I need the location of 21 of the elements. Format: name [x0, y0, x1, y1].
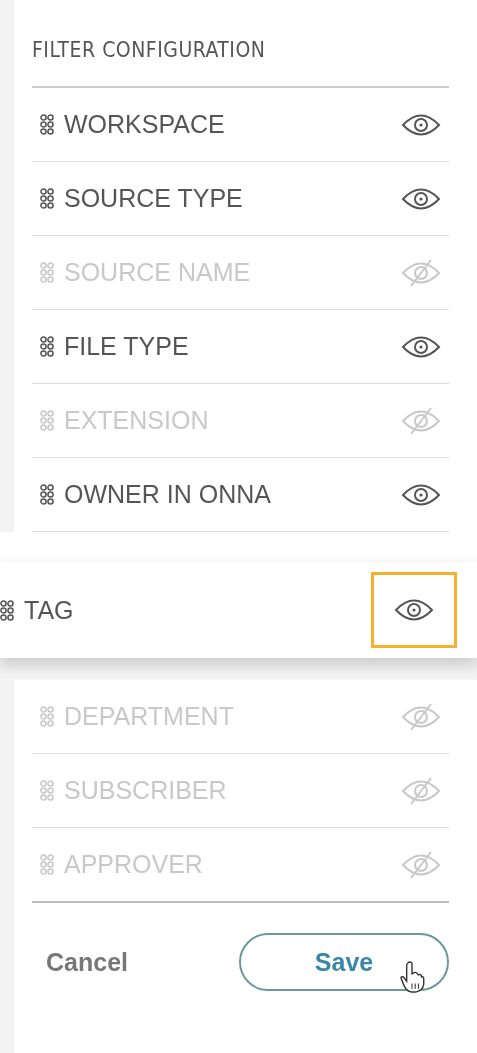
- drag-handle-icon[interactable]: [40, 336, 54, 357]
- drag-handle-icon[interactable]: [40, 706, 54, 727]
- drag-handle-icon[interactable]: [40, 484, 54, 505]
- drag-handle-icon[interactable]: [40, 188, 54, 209]
- field-label: SOURCE TYPE: [64, 184, 244, 213]
- field-label: TAG: [24, 595, 75, 625]
- eye-icon[interactable]: [394, 597, 434, 623]
- field-label: WORKSPACE: [64, 110, 226, 139]
- hand-cursor-icon: [399, 961, 425, 993]
- field-label: FILE TYPE: [64, 332, 190, 361]
- panel-title: FILTER CONFIGURATION: [32, 38, 449, 88]
- cancel-button[interactable]: Cancel: [46, 947, 128, 977]
- drag-handle-icon[interactable]: [0, 599, 14, 621]
- drag-handle-icon[interactable]: [40, 262, 54, 283]
- save-button[interactable]: Save: [239, 933, 449, 991]
- drag-handle-icon[interactable]: [40, 410, 54, 431]
- drag-handle-icon[interactable]: [40, 114, 54, 135]
- drag-handle-icon[interactable]: [40, 854, 54, 875]
- field-label: OWNER IN ONNA: [64, 480, 272, 509]
- dragged-row[interactable]: TAG: [0, 562, 477, 658]
- drag-handle-icon[interactable]: [40, 780, 54, 801]
